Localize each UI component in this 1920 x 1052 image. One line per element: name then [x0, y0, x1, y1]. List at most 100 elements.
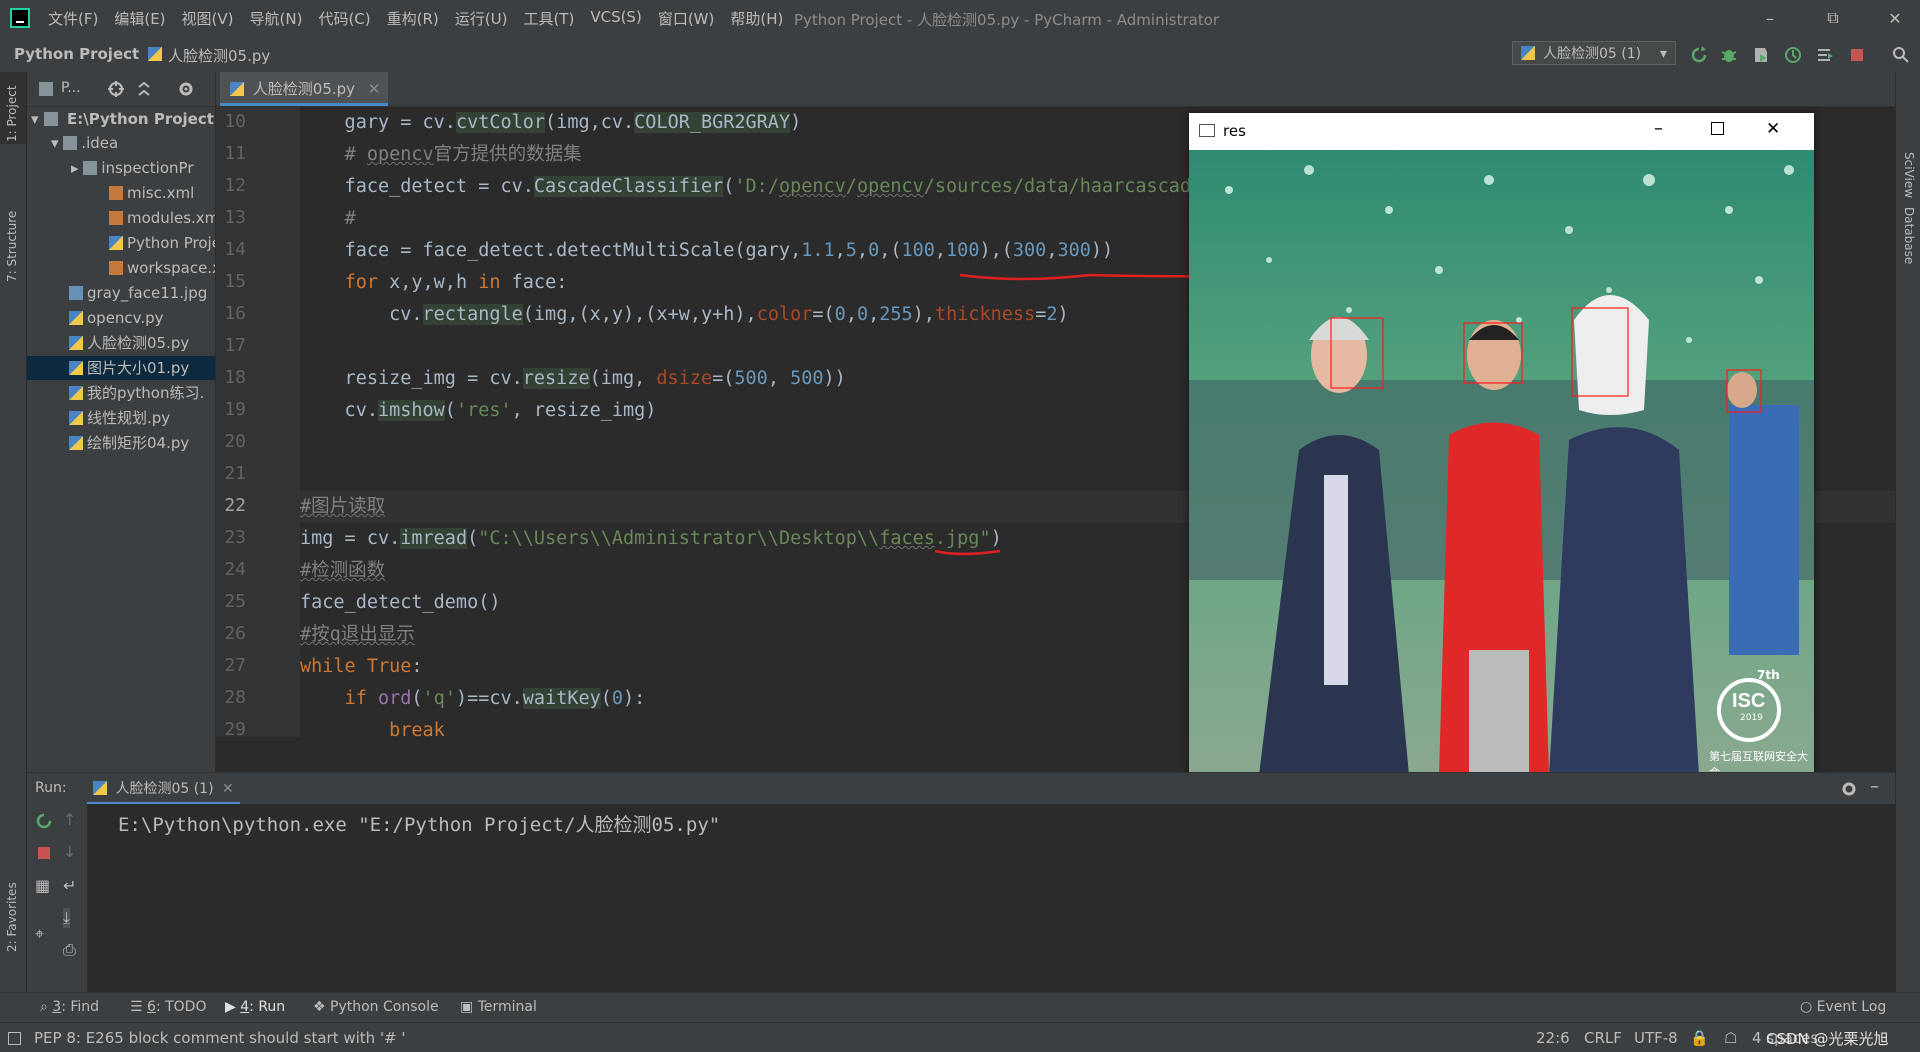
tree-item[interactable]: gray_face11.jpg: [27, 281, 215, 305]
down-arrow-icon[interactable]: ↓: [63, 842, 76, 861]
collapse-all-icon[interactable]: [135, 80, 153, 98]
print-icon[interactable]: ⎙: [63, 940, 76, 960]
project-stripe-button[interactable]: 1: Project: [0, 72, 26, 144]
stop-icon[interactable]: [35, 844, 53, 862]
todo-tab[interactable]: ☰ 6: TODO: [130, 999, 206, 1015]
locate-target-icon[interactable]: [107, 80, 125, 98]
tree-item-label: 绘制矩形04.py: [87, 434, 190, 452]
menu-item-6[interactable]: 运行(U): [455, 8, 508, 29]
isc-caption: 第七届互联网安全大会: [1709, 750, 1808, 775]
favorites-stripe-label[interactable]: 2: Favorites: [5, 882, 19, 952]
menu-item-1[interactable]: 编辑(E): [114, 8, 165, 29]
minimize-window-icon[interactable]: –: [1745, 0, 1795, 36]
coverage-icon[interactable]: [1752, 46, 1770, 64]
menu-item-10[interactable]: 帮助(H): [730, 8, 783, 29]
menu-item-9[interactable]: 窗口(W): [658, 8, 715, 29]
interpreter-icon[interactable]: ☖: [1724, 1029, 1737, 1047]
python-file-icon: [69, 311, 83, 325]
debug-icon[interactable]: [1720, 46, 1738, 64]
menu-item-7[interactable]: 工具(T): [523, 8, 574, 29]
close-tab-icon[interactable]: ✕: [368, 80, 381, 98]
run-configuration-select[interactable]: 人脸检测05 (1) ▾: [1512, 41, 1676, 65]
tree-item-label: 人脸检测05.py: [87, 334, 190, 352]
gear-icon[interactable]: [1840, 780, 1858, 798]
tool-window-bar: ⌕ 3: Find ☰ 6: TODO ▶ 4: Run ❖ Python Co…: [0, 992, 1920, 1023]
tree-item-label: modules.xml: [127, 209, 215, 227]
tree-item[interactable]: 绘制矩形04.py: [27, 431, 215, 455]
code-line-22: #图片读取: [300, 496, 386, 517]
restore-window-icon[interactable]: ⧉: [1808, 0, 1858, 36]
file-encoding[interactable]: UTF-8: [1634, 1029, 1678, 1047]
left-tool-stripe: 1: Project 7: Structure 2: Favorites: [0, 72, 27, 992]
menu-item-8[interactable]: VCS(S): [590, 8, 641, 29]
project-view-selector[interactable]: P...: [61, 80, 81, 96]
menu-item-0[interactable]: 文件(F): [48, 8, 98, 29]
sciview-stripe-label[interactable]: SciView: [1902, 152, 1916, 198]
gear-icon[interactable]: [177, 80, 195, 98]
close-icon[interactable]: ✕: [1766, 119, 1780, 139]
menu-item-4[interactable]: 代码(C): [318, 8, 370, 29]
caret-position[interactable]: 22:6: [1536, 1029, 1570, 1047]
soft-wrap-icon[interactable]: ↵: [63, 876, 76, 895]
rerun-icon[interactable]: [1690, 46, 1708, 64]
run-concurrency-icon[interactable]: [1816, 46, 1834, 64]
search-icon[interactable]: [1892, 46, 1910, 64]
python-console-tab[interactable]: ❖ Python Console: [313, 999, 439, 1015]
code-line-24: #检测函数: [300, 560, 386, 581]
run-tab[interactable]: 人脸检测05 (1) ✕: [87, 773, 240, 805]
tree-item[interactable]: opencv.py: [27, 306, 215, 330]
line-number: 14: [224, 239, 246, 260]
menu-item-5[interactable]: 重构(R): [387, 8, 439, 29]
minimize-icon[interactable]: –: [1654, 118, 1663, 139]
xml-file-icon: [109, 211, 123, 225]
up-arrow-icon[interactable]: ↑: [63, 810, 76, 829]
tree-item[interactable]: ▸ inspectionPr: [27, 156, 215, 180]
tree-item[interactable]: ▾ .idea: [27, 131, 215, 155]
tree-item[interactable]: workspace.xr: [27, 256, 215, 280]
terminal-tab[interactable]: ▣ Terminal: [460, 999, 537, 1015]
python-file-icon: [109, 236, 123, 250]
res-image-window[interactable]: res – ✕ ISC 7th 2019 第七届互联网安全大会: [1189, 113, 1814, 775]
close-tab-icon[interactable]: ✕: [222, 781, 234, 797]
tree-item[interactable]: Python Proje: [27, 231, 215, 255]
python-run-icon: [93, 781, 107, 795]
menu-item-3[interactable]: 导航(N): [250, 8, 303, 29]
tree-item[interactable]: 线性规划.py: [27, 406, 215, 430]
status-panel-toggle-icon[interactable]: [8, 1032, 21, 1045]
scroll-to-end-icon[interactable]: ⤓: [63, 908, 71, 928]
tree-item[interactable]: 图片大小01.py: [27, 356, 215, 380]
profile-icon[interactable]: [1784, 46, 1802, 64]
tree-item[interactable]: modules.xml: [27, 206, 215, 230]
find-tab[interactable]: ⌕ 3: Find: [40, 999, 99, 1015]
layout-icon[interactable]: ▦: [35, 876, 50, 895]
res-window-title: res: [1223, 122, 1246, 140]
maximize-icon[interactable]: [1711, 122, 1724, 135]
red-underline-annotation-2: [934, 549, 1001, 556]
pin-icon[interactable]: ⌖: [35, 924, 44, 944]
tree-item[interactable]: 我的python练习.: [27, 381, 215, 405]
close-window-icon[interactable]: ✕: [1870, 0, 1920, 36]
menu-item-2[interactable]: 视图(V): [182, 8, 234, 29]
line-number: 19: [224, 399, 246, 420]
database-stripe-label[interactable]: Database: [1902, 207, 1916, 264]
run-configuration-label: 人脸检测05 (1): [1543, 46, 1642, 62]
tree-item[interactable]: 人脸检测05.py: [27, 331, 215, 355]
editor-tab-active[interactable]: 人脸检测05.py ✕: [220, 72, 389, 106]
tree-item-label: opencv.py: [87, 309, 164, 327]
main-menu: 文件(F) 编辑(E) 视图(V) 导航(N) 代码(C) 重构(R) 运行(U) 工具(T)…: [40, 8, 791, 29]
tree-root[interactable]: ▾ E:\Python Project: [27, 107, 215, 131]
line-separator[interactable]: CRLF: [1584, 1029, 1622, 1047]
project-stripe-label: 1: Project: [5, 85, 19, 142]
event-log-tab[interactable]: ○ Event Log: [1800, 999, 1886, 1015]
breadcrumb-project[interactable]: Python Project: [14, 45, 139, 63]
breadcrumb-file[interactable]: 人脸检测05.py: [168, 45, 270, 66]
structure-stripe-label[interactable]: 7: Structure: [5, 211, 19, 282]
run-bottom-tab[interactable]: ▶ 4: Run: [225, 999, 285, 1015]
hide-panel-icon[interactable]: –: [1870, 776, 1879, 797]
stop-icon[interactable]: [1848, 46, 1866, 64]
tree-item[interactable]: misc.xml: [27, 181, 215, 205]
lock-icon[interactable]: 🔒: [1690, 1029, 1709, 1047]
rerun-icon[interactable]: [35, 812, 53, 830]
isc-badge-edition: 7th: [1757, 668, 1780, 682]
expand-arrow-icon: ▾: [51, 134, 64, 152]
